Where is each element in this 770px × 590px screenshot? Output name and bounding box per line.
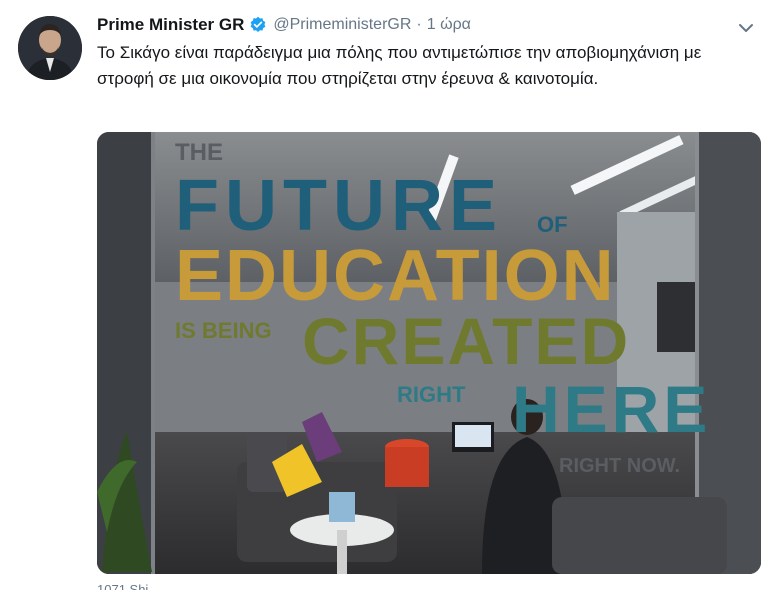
timestamp[interactable]: 1 ώρα [427,16,471,34]
sign-line-of: OF [537,212,568,237]
sign-line-the: THE [175,139,223,166]
chevron-down-icon[interactable] [736,18,756,38]
footer-count: 1071 Shi... [97,582,160,590]
tweet-text: Το Σικάγο είναι παράδειγμα μια πόλης που… [97,43,702,88]
sign-line-created: CREATED [302,304,630,378]
sign-line-future: FUTURE [175,166,503,246]
tweet-header: Prime Minister GR @PrimeministerGR · 1 ώ… [97,14,471,36]
sign-line-here: HERE [512,372,711,446]
avatar-photo [18,16,82,80]
separator-dot: · [416,16,422,33]
display-name[interactable]: Prime Minister GR [97,15,244,35]
tweet-photo[interactable]: THE FUTURE OF EDUCATION IS BEING CREATED… [97,132,761,574]
avatar[interactable] [18,16,82,80]
sign-line-right-now: RIGHT NOW. [559,455,680,477]
sign-line-right: RIGHT [397,382,466,407]
verified-badge-icon [249,16,267,34]
office-photo: THE FUTURE OF EDUCATION IS BEING CREATED… [97,132,761,574]
sign-line-is-being: IS BEING [175,318,272,343]
handle[interactable]: @PrimeministerGR [273,16,411,34]
